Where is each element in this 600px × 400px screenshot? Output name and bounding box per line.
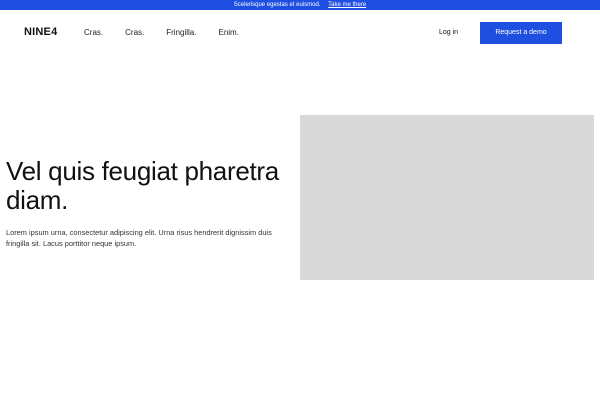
nav-links: Cras. Cras. Fringilla. Enim. <box>84 28 261 37</box>
hero-description: Lorem ipsum urna, consectetur adipiscing… <box>6 228 272 248</box>
nav-link-cras-2[interactable]: Cras. <box>125 28 144 37</box>
announcement-bar: Scelerisque egestas et euismod. Take me … <box>0 0 600 10</box>
nav-link-cras-1[interactable]: Cras. <box>84 28 103 37</box>
top-navigation: NINE4 Cras. Cras. Fringilla. Enim. Log i… <box>0 10 600 54</box>
announcement-link[interactable]: Take me there <box>328 2 366 8</box>
hero-title: Vel quis feugiat pharetra diam. <box>6 156 279 215</box>
nav-link-enim[interactable]: Enim. <box>218 28 238 37</box>
brand-logo[interactable]: NINE4 <box>24 26 57 38</box>
announcement-text: Scelerisque egestas et euismod. <box>233 2 321 8</box>
login-link[interactable]: Log in <box>439 29 458 36</box>
nav-link-fringilla[interactable]: Fringilla. <box>166 28 196 37</box>
request-demo-button[interactable]: Request a demo <box>480 22 562 44</box>
hero-image-placeholder <box>300 115 594 280</box>
